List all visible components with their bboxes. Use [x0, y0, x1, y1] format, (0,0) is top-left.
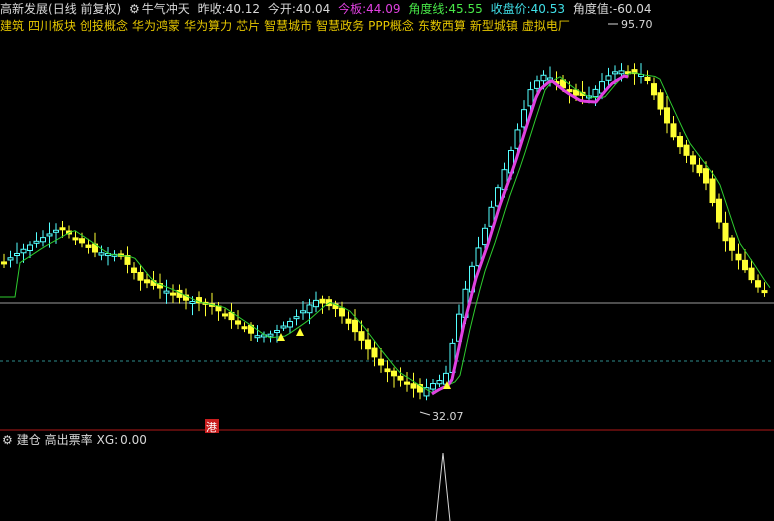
- candle-body: [696, 164, 703, 174]
- candle-body: [14, 253, 20, 256]
- candle-body: [657, 92, 664, 110]
- candle-body: [293, 316, 300, 320]
- candle-body: [306, 304, 313, 314]
- candle-body: [378, 358, 384, 366]
- candle-body: [482, 227, 488, 246]
- trend-line: [431, 74, 629, 396]
- candle-body: [592, 88, 599, 98]
- candle-body: [274, 330, 280, 334]
- candle-body: [703, 168, 709, 184]
- candle-body: [1, 261, 7, 265]
- candle-body: [729, 237, 735, 251]
- candle-body: [254, 335, 261, 339]
- candle-body: [651, 83, 657, 96]
- candle-body: [527, 89, 534, 107]
- candle-body: [605, 75, 612, 81]
- xg-signal-spike: [435, 452, 451, 521]
- candle-body: [300, 310, 306, 314]
- candle-body: [163, 290, 170, 294]
- candle-body: [241, 326, 248, 330]
- candle-body: [287, 320, 293, 328]
- candle-body: [404, 381, 410, 385]
- sub-panel-indicator: XG:: [96, 433, 119, 447]
- candle-body: [716, 198, 722, 223]
- hk-marker-label[interactable]: 港: [206, 421, 217, 434]
- candle-body: [644, 76, 651, 82]
- candle-body: [319, 298, 326, 304]
- candle-body: [131, 267, 137, 273]
- candle-body: [215, 305, 222, 312]
- candle-body: [664, 107, 670, 124]
- candle-body: [709, 178, 716, 204]
- sub-panel-header: ⚙ 建仓 高出票率 XG: 0.00: [2, 433, 151, 447]
- candle-body: [683, 144, 690, 156]
- candle-body: [20, 248, 27, 254]
- candle-body: [345, 318, 352, 324]
- candle-body: [618, 70, 625, 75]
- candle-body: [371, 347, 378, 358]
- high-price-label: 95.70: [621, 18, 653, 31]
- candle-body: [397, 375, 404, 381]
- candle-body: [612, 71, 618, 75]
- candle-body: [7, 257, 14, 261]
- candle-body: [742, 259, 748, 271]
- candle-body: [540, 74, 547, 82]
- candle-body: [339, 307, 345, 317]
- low-price-label: 32.07: [432, 410, 464, 423]
- candle-body: [384, 368, 391, 373]
- candle-body: [313, 299, 319, 308]
- candle-body: [534, 80, 540, 89]
- candle-body: [280, 325, 287, 329]
- candle-body: [59, 227, 66, 231]
- candle-body: [79, 238, 85, 244]
- candle-body: [170, 292, 176, 296]
- candle-body: [735, 253, 742, 261]
- stock-chart-window: 高新发展(日线 前复权) ⚙ 牛气冲天 昨收:40.12 今开:40.04 今板:…: [0, 0, 774, 521]
- candle-body: [430, 383, 436, 390]
- candle-body: [137, 271, 144, 281]
- candle-body: [144, 279, 150, 284]
- candle-body: [352, 319, 358, 333]
- candle-body: [755, 280, 761, 288]
- candles-group: [1, 63, 768, 401]
- candle-body: [365, 339, 371, 350]
- candle-body: [670, 123, 677, 138]
- candle-body: [235, 320, 241, 325]
- candle-body: [85, 244, 92, 248]
- buy-signal-triangle: [296, 328, 304, 336]
- candle-body: [358, 331, 365, 341]
- candle-body: [98, 252, 105, 256]
- candle-body: [33, 240, 40, 244]
- candle-body: [40, 237, 46, 243]
- candle-body: [189, 301, 196, 304]
- candle-body: [677, 136, 683, 148]
- candle-body: [222, 313, 228, 317]
- candle-body: [267, 333, 274, 337]
- candle-body: [761, 290, 768, 294]
- candle-body: [46, 233, 53, 237]
- candle-body: [391, 370, 397, 377]
- sub-panel-value: 0.00: [120, 433, 147, 447]
- candle-body: [748, 267, 755, 281]
- candle-body: [690, 155, 696, 165]
- candle-body: [53, 229, 59, 233]
- candle-body: [436, 380, 443, 385]
- sub-panel-name[interactable]: 建仓 高出票率: [17, 433, 93, 447]
- sub-panel-settings-icon[interactable]: ⚙: [2, 433, 13, 447]
- candle-body: [722, 222, 729, 242]
- candle-body: [27, 244, 33, 252]
- candle-body: [72, 237, 79, 241]
- candle-body: [410, 383, 417, 389]
- moving-average-line: [0, 72, 771, 394]
- low-marker-line: [419, 411, 431, 416]
